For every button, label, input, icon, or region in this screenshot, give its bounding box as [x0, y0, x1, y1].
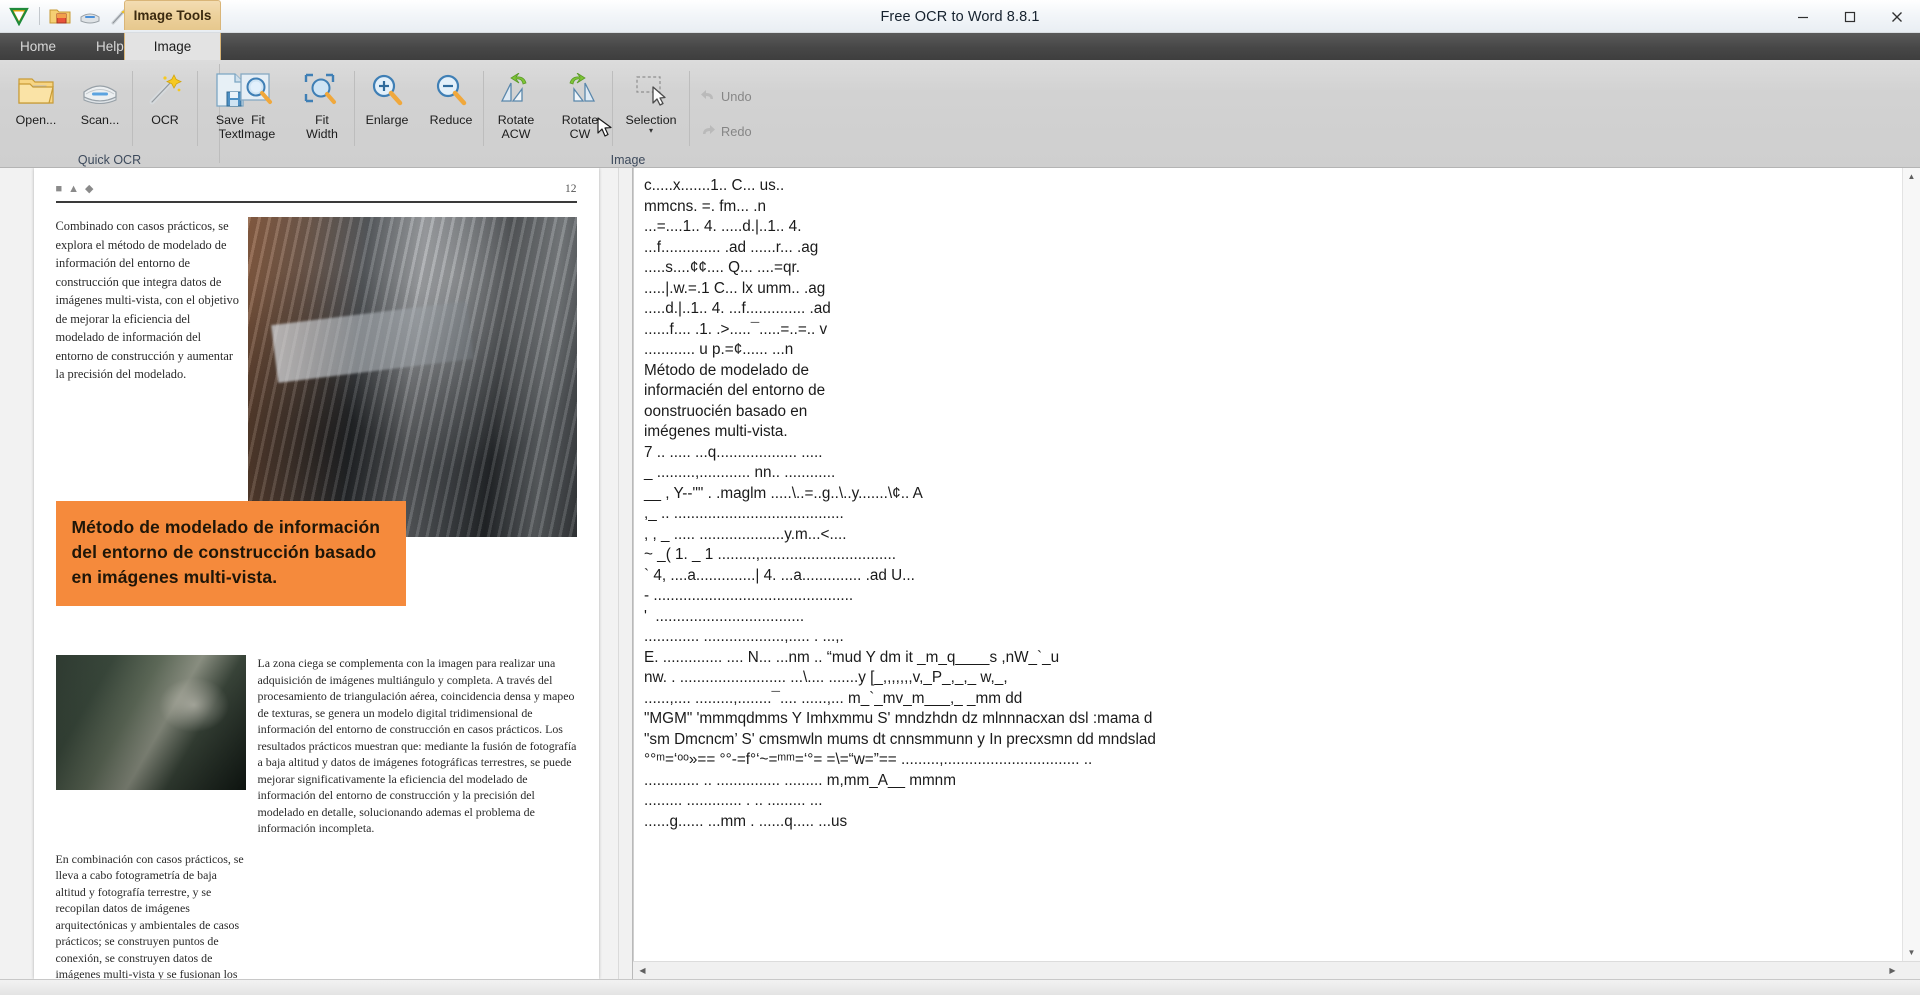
status-bar — [0, 979, 1920, 995]
text-pane-vertical-scrollbar[interactable]: ▲ ▼ — [1902, 168, 1920, 961]
open-button[interactable]: Open... — [5, 65, 67, 141]
window-title: Free OCR to Word 8.8.1 — [880, 8, 1040, 25]
fit-image-button[interactable]: Fit Image — [227, 65, 289, 142]
enlarge-button-label: Enlarge — [365, 113, 409, 127]
group-divider-image-2 — [483, 71, 484, 146]
scroll-down-button[interactable]: ▼ — [1903, 944, 1920, 961]
page-row-middle: La zona ciega se complementa con la imag… — [55, 655, 577, 837]
workspace: ■ ▲ ◆ 12 Combinado con casos prácticos, … — [0, 168, 1920, 979]
rotate-clockwise-icon — [560, 71, 600, 109]
image-preview-pane[interactable]: ■ ▲ ◆ 12 Combinado con casos prácticos, … — [0, 168, 633, 979]
ribbon-group-quick-ocr: Open... Scan... OCR Save Text Quick OCR — [0, 60, 244, 168]
selection-button[interactable]: Selection ▾ — [614, 65, 688, 141]
page-body-bottom-text: En combinación con casos prácticos, se l… — [55, 851, 244, 980]
scroll-up-button[interactable]: ▲ — [1903, 168, 1920, 185]
page-number: 12 — [565, 182, 577, 195]
magic-wand-icon — [147, 71, 183, 109]
contextual-tab-label: Image Tools — [133, 8, 212, 23]
workstation-photo — [55, 655, 246, 790]
scroll-left-button[interactable]: ◀ — [634, 962, 651, 979]
rotate-acw-button-label: Rotate ACW — [497, 113, 535, 141]
fit-width-button-label: Fit Width — [306, 113, 338, 141]
page-marks: ■ ▲ ◆ — [55, 182, 94, 196]
ribbon: Open... Scan... OCR Save Text Quick OCR … — [0, 60, 1920, 168]
page-row-top: Combinado con casos prácticos, se explor… — [56, 217, 577, 537]
vertical-scroll-track[interactable] — [1903, 185, 1920, 944]
scanner-icon[interactable] — [77, 3, 103, 29]
rotate-cw-button-label: Rotate CW — [561, 113, 599, 141]
page-headline-block: Método de modelado de información del en… — [55, 501, 406, 606]
ocr-text-output[interactable]: c.....x.......1.. C... us.. mmcns. =. fm… — [633, 168, 1920, 961]
enlarge-button[interactable]: Enlarge — [356, 65, 418, 141]
tab-help-label: Help — [96, 39, 124, 54]
title-bar: ▾ Free OCR to Word 8.8.1 Image Tools — [0, 0, 1920, 33]
diamond-mark-icon: ◆ — [85, 183, 94, 195]
page-body-right-text: La zona ciega se complementa con la imag… — [257, 656, 577, 835]
scroll-right-button[interactable]: ▶ — [1884, 962, 1901, 979]
group-divider-image-1 — [354, 71, 355, 146]
ocr-button-label: OCR — [151, 113, 179, 127]
square-mark-icon: ■ — [55, 182, 63, 195]
document-page: ■ ▲ ◆ 12 Combinado con casos prácticos, … — [33, 168, 599, 980]
undo-arrow-icon — [700, 88, 716, 105]
contextual-tab-image-tools[interactable]: Image Tools — [124, 0, 221, 30]
fit-width-button[interactable]: Fit Width — [291, 65, 353, 142]
zoom-out-icon — [432, 71, 470, 109]
scan-button-label: Scan... — [80, 113, 120, 127]
triangle-mark-icon: ▲ — [68, 182, 80, 195]
rotate-acw-button[interactable]: Rotate ACW — [485, 65, 547, 142]
redo-button-label: Redo — [721, 124, 752, 139]
ribbon-group-image-label: Image — [610, 153, 646, 167]
undo-button-label: Undo — [721, 89, 752, 104]
chevron-down-icon[interactable]: ▾ — [649, 127, 653, 135]
ocr-button[interactable]: OCR — [134, 65, 196, 141]
tab-home[interactable]: Home — [0, 33, 76, 60]
group-divider-image-3 — [612, 71, 613, 146]
reduce-button[interactable]: Reduce — [420, 65, 482, 141]
zoom-in-icon — [368, 71, 406, 109]
image-pane-scrollbar[interactable] — [618, 168, 632, 979]
open-file-icon[interactable] — [47, 3, 73, 29]
scanner-icon — [80, 71, 120, 109]
selection-rectangle-icon — [631, 71, 671, 109]
tab-image[interactable]: Image — [124, 33, 221, 60]
rotate-counterclockwise-icon — [496, 71, 536, 109]
page-intro-text: Combinado con casos prácticos, se explor… — [55, 219, 239, 381]
application-window: ▾ Free OCR to Word 8.8.1 Image Tools Hom… — [0, 0, 1920, 995]
selection-button-label: Selection — [625, 113, 677, 127]
redo-arrow-icon — [700, 123, 716, 140]
rotate-cw-button[interactable]: Rotate CW — [549, 65, 611, 142]
text-pane-horizontal-scrollbar[interactable]: ◀ ▶ — [633, 961, 1920, 979]
tab-home-label: Home — [20, 39, 57, 54]
tab-image-label: Image — [153, 39, 192, 54]
horizontal-scroll-track[interactable] — [651, 962, 1884, 979]
window-controls — [1779, 0, 1920, 33]
hero-photo — [247, 217, 577, 537]
page-rule — [55, 201, 577, 203]
open-button-label: Open... — [15, 113, 57, 127]
ribbon-group-quick-ocr-label: Quick OCR — [77, 153, 142, 167]
minimize-button[interactable] — [1779, 0, 1826, 33]
fit-image-button-label: Fit Image — [240, 113, 276, 141]
ribbon-group-image: Fit Image Fit Width Enlarge Reduce Rotat… — [220, 60, 1920, 168]
qat-divider-1 — [39, 7, 40, 25]
undo-button: Undo — [694, 84, 761, 109]
close-button[interactable] — [1873, 0, 1920, 33]
ocr-text-pane: c.....x.......1.. C... us.. mmcns. =. fm… — [633, 168, 1920, 979]
undo-redo-column: Undo Redo — [690, 65, 761, 144]
ribbon-tab-strip: Home Help Image — [0, 33, 1920, 60]
reduce-button-label: Reduce — [429, 113, 473, 127]
scan-button[interactable]: Scan... — [69, 65, 131, 141]
page-header: ■ ▲ ◆ 12 — [55, 182, 577, 196]
maximize-button[interactable] — [1826, 0, 1873, 33]
redo-button: Redo — [694, 119, 761, 144]
fit-width-icon — [303, 71, 341, 109]
app-logo-icon[interactable] — [6, 3, 32, 29]
group-divider-quickocr-1 — [132, 71, 133, 146]
open-folder-icon — [17, 71, 55, 109]
group-divider-quickocr-2 — [197, 71, 198, 146]
fit-image-icon — [239, 71, 277, 109]
